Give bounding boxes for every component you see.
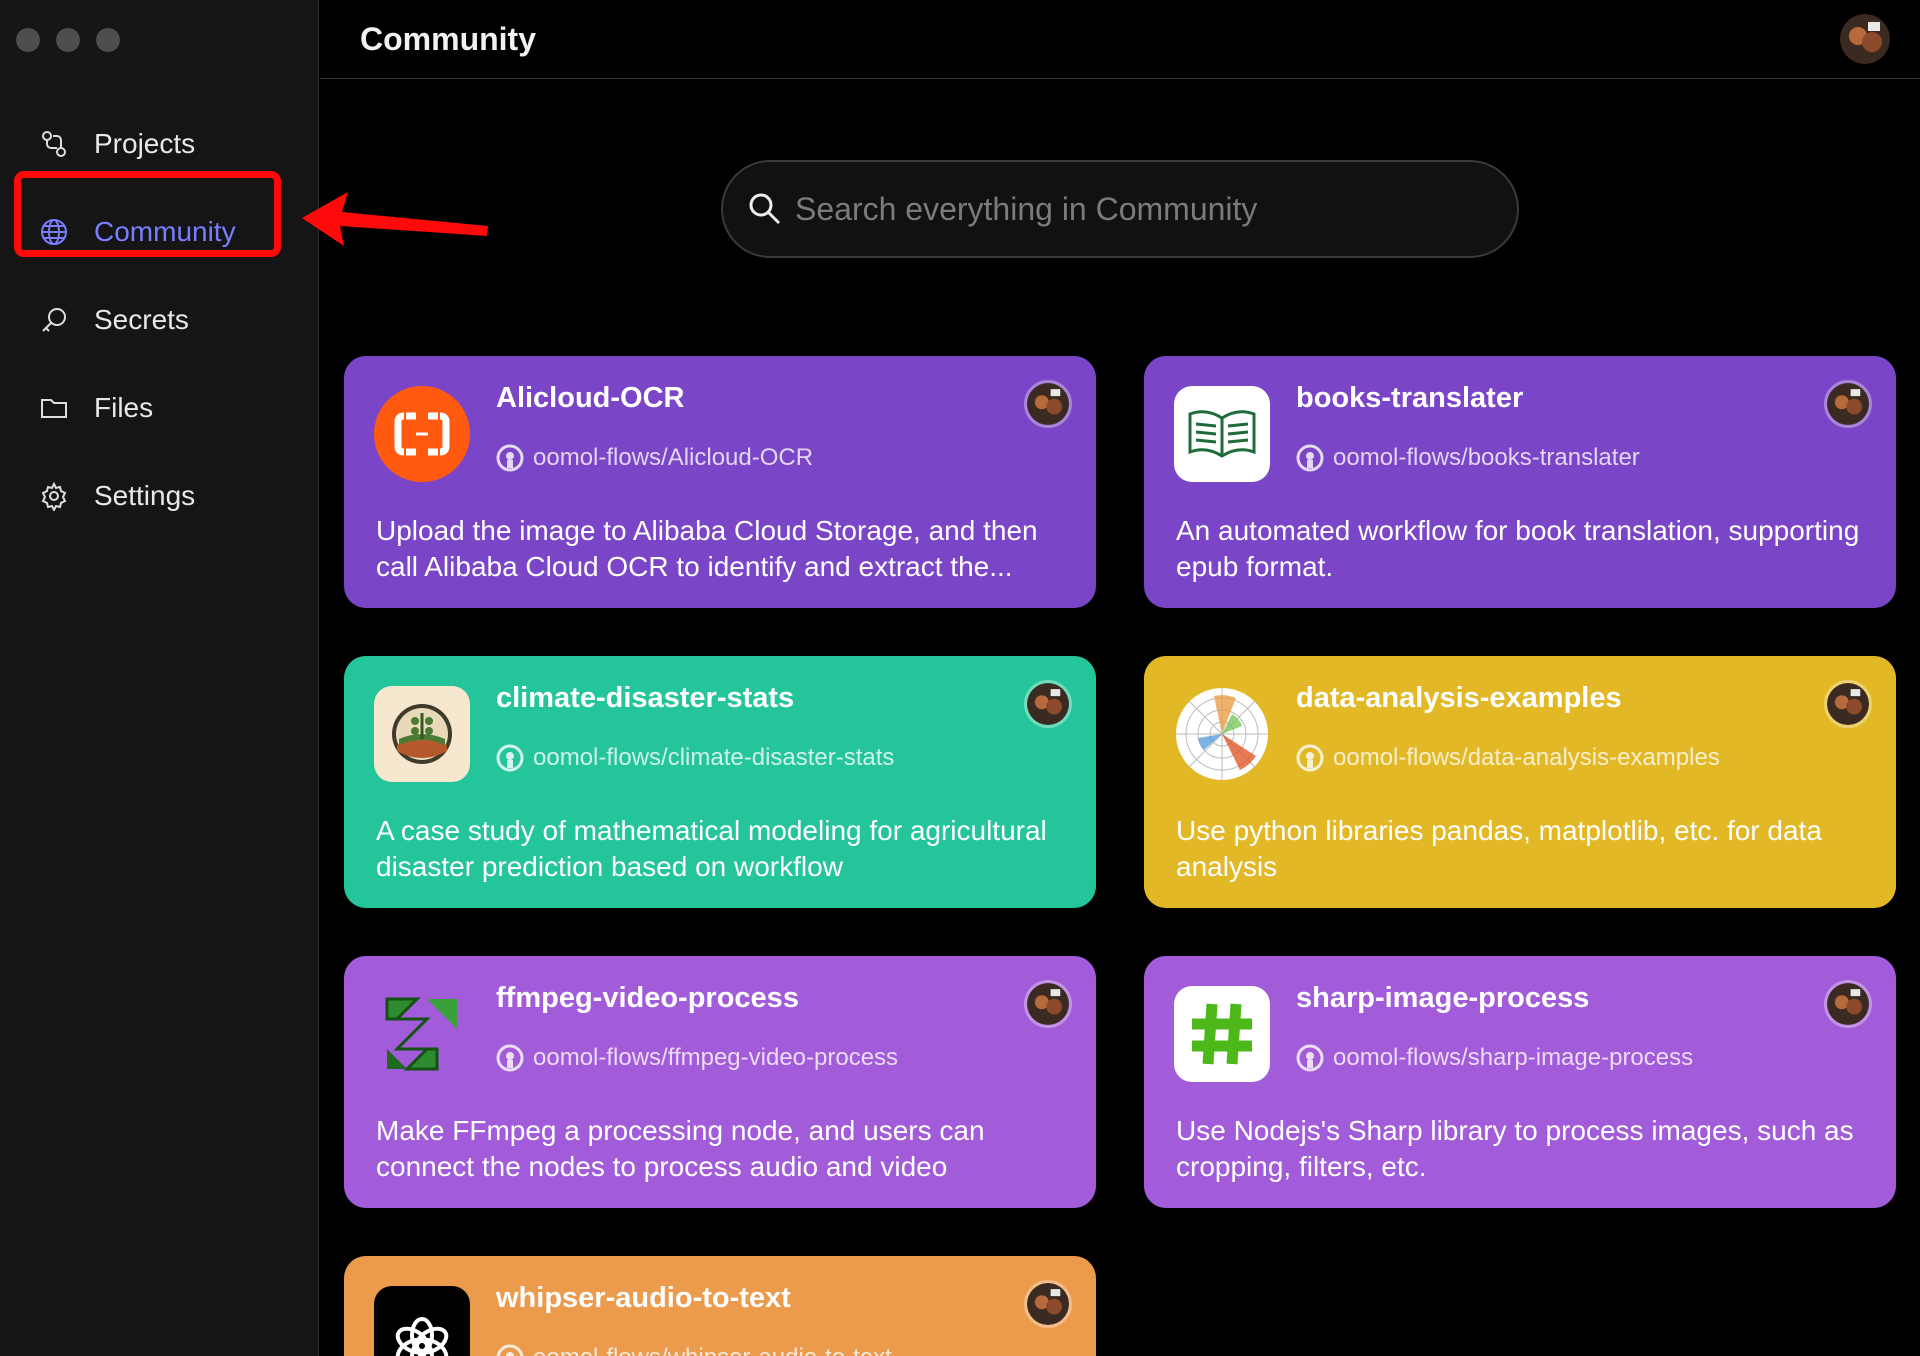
- sidebar-item-files[interactable]: Files: [0, 364, 319, 452]
- card-whipser-audio-to-text[interactable]: whipser-audio-to-text oomol-flows/whipse…: [344, 1256, 1096, 1356]
- sidebar-item-label: Community: [94, 216, 236, 247]
- card-repo-text: oomol-flows/sharp-image-process: [1333, 1044, 1694, 1071]
- sidebar-nav: Projects Community Secrets Files Setting…: [0, 100, 319, 540]
- alicloud-logo-icon: [374, 386, 470, 482]
- hash-icon: [1174, 986, 1270, 1082]
- card-books-translater[interactable]: books-translater oomol-flows/books-trans…: [1144, 356, 1896, 608]
- github-icon: [496, 744, 524, 772]
- sidebar-item-label: Secrets: [94, 304, 189, 335]
- card-description: A case study of mathematical modeling fo…: [376, 815, 1047, 882]
- sidebar-item-label: Projects: [94, 128, 196, 159]
- card-repo-text: oomol-flows/data-analysis-examples: [1333, 744, 1720, 771]
- search-bar[interactable]: [721, 160, 1519, 258]
- card-repo-text: oomol-flows/whipser-audio-to-text: [533, 1344, 892, 1356]
- github-icon: [496, 1344, 524, 1356]
- owner-avatar[interactable]: [1824, 380, 1872, 428]
- card-climate-disaster-stats[interactable]: climate-disaster-stats oomol-flows/clima…: [344, 656, 1096, 908]
- card-repo-text: oomol-flows/Alicloud-OCR: [533, 444, 814, 471]
- card-description: Use Nodejs's Sharp library to process im…: [1176, 1115, 1854, 1182]
- card-title: data-analysis-examples: [1296, 682, 1622, 714]
- card-ffmpeg-video-process[interactable]: ffmpeg-video-process oomol-flows/ffmpeg-…: [344, 956, 1096, 1208]
- card-title: Alicloud-OCR: [496, 382, 685, 414]
- gear-icon: [38, 480, 70, 512]
- card-repo-text: oomol-flows/books-translater: [1333, 444, 1640, 471]
- github-icon: [1296, 1044, 1324, 1072]
- card-title: whipser-audio-to-text: [496, 1282, 791, 1314]
- card-repo-link[interactable]: oomol-flows/whipser-audio-to-text: [496, 1344, 892, 1356]
- minimize-window-button[interactable]: [56, 28, 80, 52]
- owner-avatar[interactable]: [1024, 1280, 1072, 1328]
- card-alicloud-ocr[interactable]: Alicloud-OCR oomol-flows/Alicloud-OCR Up…: [344, 356, 1096, 608]
- card-description: Upload the image to Alibaba Cloud Storag…: [376, 515, 1038, 582]
- sidebar-item-community[interactable]: Community: [0, 188, 319, 276]
- projects-icon: [38, 128, 70, 160]
- owner-avatar[interactable]: [1024, 380, 1072, 428]
- card-repo-link[interactable]: oomol-flows/climate-disaster-stats: [496, 744, 894, 772]
- page-title: Community: [360, 20, 536, 57]
- card-description: Use python libraries pandas, matplotlib,…: [1176, 815, 1822, 882]
- user-avatar[interactable]: [1840, 14, 1890, 64]
- card-data-analysis-examples[interactable]: data-analysis-examples oomol-flows/data-…: [1144, 656, 1896, 908]
- sidebar: Projects Community Secrets Files Setting…: [0, 0, 319, 1356]
- sidebar-item-label: Files: [94, 392, 154, 423]
- card-repo-link[interactable]: oomol-flows/Alicloud-OCR: [496, 444, 813, 472]
- sidebar-item-projects[interactable]: Projects: [0, 100, 319, 188]
- card-description: Make FFmpeg a processing node, and users…: [376, 1115, 985, 1182]
- github-icon: [1296, 744, 1324, 772]
- globe-icon: [38, 216, 70, 248]
- card-title: books-translater: [1296, 382, 1524, 414]
- sidebar-item-settings[interactable]: Settings: [0, 452, 319, 540]
- card-repo-link[interactable]: oomol-flows/sharp-image-process: [1296, 1044, 1693, 1072]
- openai-logo-icon: [374, 1286, 470, 1356]
- github-icon: [1296, 444, 1324, 472]
- header: Community: [320, 0, 1920, 79]
- key-icon: [38, 304, 70, 336]
- card-repo-text: oomol-flows/ffmpeg-video-process: [533, 1044, 899, 1071]
- owner-avatar[interactable]: [1024, 680, 1072, 728]
- annotation-arrow-icon: [302, 192, 488, 246]
- close-window-button[interactable]: [16, 28, 40, 52]
- owner-avatar[interactable]: [1824, 980, 1872, 1028]
- owner-avatar[interactable]: [1824, 680, 1872, 728]
- github-icon: [496, 1044, 524, 1072]
- search-icon: [749, 193, 781, 225]
- zoom-window-button[interactable]: [96, 28, 120, 52]
- farm-icon: [374, 686, 470, 782]
- card-description: An automated workflow for book translati…: [1176, 515, 1860, 582]
- window-controls: [16, 28, 120, 52]
- owner-avatar[interactable]: [1024, 980, 1072, 1028]
- github-icon: [496, 444, 524, 472]
- card-title: ffmpeg-video-process: [496, 982, 799, 1014]
- sidebar-item-label: Settings: [94, 480, 196, 511]
- card-repo-link[interactable]: oomol-flows/data-analysis-examples: [1296, 744, 1720, 772]
- folder-icon: [38, 392, 70, 424]
- book-icon: [1174, 386, 1270, 482]
- search-input[interactable]: [795, 190, 1475, 228]
- sidebar-item-secrets[interactable]: Secrets: [0, 276, 319, 364]
- ffmpeg-logo-icon: [374, 986, 470, 1082]
- card-repo-text: oomol-flows/climate-disaster-stats: [533, 744, 895, 771]
- card-title: sharp-image-process: [1296, 982, 1590, 1014]
- card-sharp-image-process[interactable]: sharp-image-process oomol-flows/sharp-im…: [1144, 956, 1896, 1208]
- card-repo-link[interactable]: oomol-flows/books-translater: [1296, 444, 1640, 472]
- card-title: climate-disaster-stats: [496, 682, 795, 714]
- card-repo-link[interactable]: oomol-flows/ffmpeg-video-process: [496, 1044, 898, 1072]
- polar-chart-icon: [1174, 686, 1270, 782]
